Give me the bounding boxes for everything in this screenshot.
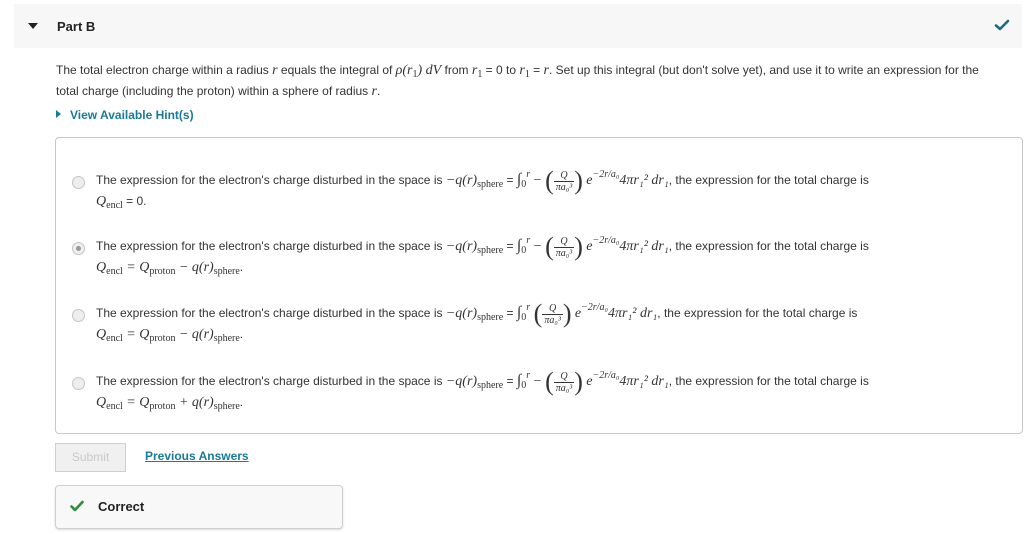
- math-rest: 4πr₁² dr₁: [619, 374, 669, 390]
- left-paren: (: [545, 367, 554, 396]
- exponent: −2r/a₀: [592, 235, 620, 247]
- math-sub: proton: [149, 401, 176, 412]
- math-dv: ) dV: [417, 63, 442, 78]
- exponent: −2r/a₀: [581, 302, 608, 314]
- integral-lower: 0: [521, 312, 527, 324]
- math-sub: sphere: [477, 312, 504, 324]
- option-line2: Qencl = Qproton + q(r)sphere.: [96, 395, 243, 412]
- question-segment: =: [529, 63, 544, 77]
- math-op: + q(r): [175, 395, 214, 410]
- option-suffix: , the expression for the total charge is: [657, 306, 858, 321]
- option-suffix: , the expression for the total charge is: [668, 374, 869, 389]
- fraction: Qπa₀³: [553, 371, 575, 394]
- math-lhs: −q(r): [445, 306, 478, 322]
- frac-num: Q: [553, 371, 575, 383]
- fraction: Qπa₀³: [553, 236, 575, 259]
- math-rest: 4πr₁² dr₁: [619, 173, 669, 189]
- math-q: Q: [96, 395, 107, 410]
- option-3[interactable]: The expression for the electron's charge…: [56, 271, 1022, 344]
- option-2[interactable]: The expression for the electron's charge…: [56, 204, 1022, 277]
- question-segment: from: [441, 63, 472, 77]
- radio-option-1[interactable]: [72, 176, 85, 189]
- math-rho: ρ(r: [395, 63, 413, 78]
- right-paren: ): [574, 367, 583, 396]
- answer-options: The expression for the electron's charge…: [55, 137, 1023, 434]
- frac-num: Q: [553, 236, 575, 248]
- option-4[interactable]: The expression for the electron's charge…: [56, 339, 1022, 412]
- fraction: Qπa₀³: [553, 170, 575, 193]
- hint-label: View Available Hint(s): [70, 108, 194, 122]
- math-lhs: −q(r): [445, 173, 478, 189]
- exponent: −2r/a₀: [592, 370, 620, 382]
- option-prefix: The expression for the electron's charge…: [96, 239, 446, 254]
- option-prefix: The expression for the electron's charge…: [96, 306, 446, 321]
- radio-option-3[interactable]: [72, 309, 85, 322]
- radio-option-4[interactable]: [72, 377, 85, 390]
- math-rest: 4πr₁² dr₁: [607, 306, 658, 322]
- question-segment: = 0 to: [482, 63, 520, 77]
- option-text: The expression for the electron's charge…: [96, 166, 869, 196]
- frac-den: πa₀³: [555, 247, 573, 259]
- question-text: The total electron charge within a radiu…: [56, 62, 986, 100]
- part-title: Part B: [57, 19, 96, 34]
- left-paren: (: [545, 232, 554, 261]
- option-prefix: The expression for the electron's charge…: [96, 374, 446, 389]
- frac-den: πa₀³: [555, 382, 573, 394]
- expand-caret-icon: [56, 110, 61, 118]
- left-paren: (: [545, 166, 554, 195]
- right-paren: ): [574, 232, 583, 261]
- math-end: .: [239, 395, 244, 409]
- left-paren: (: [533, 299, 543, 328]
- fraction: Qπa₀³: [542, 303, 563, 326]
- math-sign: −: [530, 239, 546, 255]
- checkmark-icon: [70, 500, 84, 512]
- feedback-box: Correct: [55, 485, 343, 529]
- option-suffix: , the expression for the total charge is: [668, 173, 869, 188]
- option-text: The expression for the electron's charge…: [96, 232, 869, 262]
- math-lhs: −q(r): [445, 374, 478, 390]
- question-segment: equals the integral of: [277, 63, 396, 77]
- right-paren: ): [562, 299, 572, 328]
- math-eq: =: [503, 374, 517, 389]
- previous-answers-link[interactable]: Previous Answers: [145, 449, 249, 463]
- math-sub: sphere: [477, 380, 504, 392]
- integral-lower: 0: [521, 179, 527, 191]
- option-1[interactable]: The expression for the electron's charge…: [56, 138, 1022, 211]
- math-eq: =: [503, 173, 517, 188]
- option-text: The expression for the electron's charge…: [96, 299, 857, 329]
- frac-den: πa₀³: [544, 314, 561, 326]
- frac-num: Q: [553, 170, 575, 182]
- right-paren: ): [574, 166, 583, 195]
- math-eq: =: [503, 239, 517, 254]
- integral-lower: 0: [521, 245, 527, 257]
- math-sub: encl: [106, 401, 123, 412]
- radio-option-2[interactable]: [72, 242, 85, 255]
- option-suffix: , the expression for the total charge is: [668, 239, 869, 254]
- math-sub: sphere: [213, 401, 240, 412]
- math-lhs: −q(r): [445, 239, 478, 255]
- question-segment: .: [376, 84, 381, 98]
- option-text: The expression for the electron's charge…: [96, 367, 869, 397]
- math-sub: sphere: [477, 179, 504, 191]
- option-prefix: The expression for the electron's charge…: [96, 173, 446, 188]
- math-sign: −: [530, 374, 546, 390]
- collapse-caret-icon[interactable]: [28, 23, 38, 29]
- math-rest: = Q: [122, 395, 150, 410]
- submit-button[interactable]: Submit: [55, 443, 126, 472]
- integral-lower: 0: [521, 380, 527, 392]
- frac-num: Q: [542, 303, 563, 315]
- frac-den: πa₀³: [555, 181, 573, 193]
- math-rest: 4πr₁² dr₁: [619, 239, 669, 255]
- math-sub: sphere: [477, 245, 504, 257]
- question-segment: The total electron charge within a radiu…: [56, 63, 273, 77]
- checkmark-icon: [994, 19, 1010, 31]
- part-header[interactable]: Part B: [14, 4, 1022, 48]
- math-eq: =: [503, 306, 517, 321]
- exponent: −2r/a₀: [592, 169, 620, 181]
- view-hints-toggle[interactable]: View Available Hint(s): [56, 108, 194, 122]
- math-sign: −: [530, 173, 546, 189]
- feedback-label: Correct: [98, 499, 145, 514]
